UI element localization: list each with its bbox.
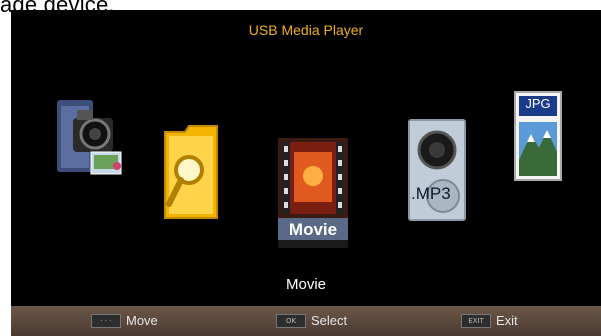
movie-icon[interactable]: Movie [278, 138, 348, 248]
move-hint: · · · Move [91, 313, 158, 328]
tv-screen: USB Media Player Movie .MP3 JPG Movie · … [11, 10, 601, 336]
selected-item-label: Movie [285, 276, 326, 293]
music-badge-label: .MP3 [411, 184, 451, 203]
camera-folder-icon[interactable] [51, 88, 127, 184]
exit-hint: EXIT Exit [461, 313, 518, 328]
select-label: Select [311, 313, 348, 328]
photo-icon[interactable]: JPG [513, 90, 563, 182]
exit-label: Exit [496, 313, 518, 328]
exit-key-icon: EXIT [461, 313, 491, 328]
move-label: Move [126, 313, 158, 328]
photo-badge-label: JPG [525, 96, 551, 111]
music-icon[interactable]: .MP3 [407, 118, 467, 222]
select-hint: OK Select [276, 313, 347, 328]
move-key-icon: · · · [91, 313, 121, 328]
ok-key-icon: OK [276, 313, 306, 328]
footer-bar: · · · Move OK Select EXIT Exit [11, 306, 601, 336]
folder-search-icon[interactable] [161, 122, 221, 224]
movie-badge-label: Movie [288, 220, 338, 239]
page-title: USB Media Player [248, 22, 364, 38]
